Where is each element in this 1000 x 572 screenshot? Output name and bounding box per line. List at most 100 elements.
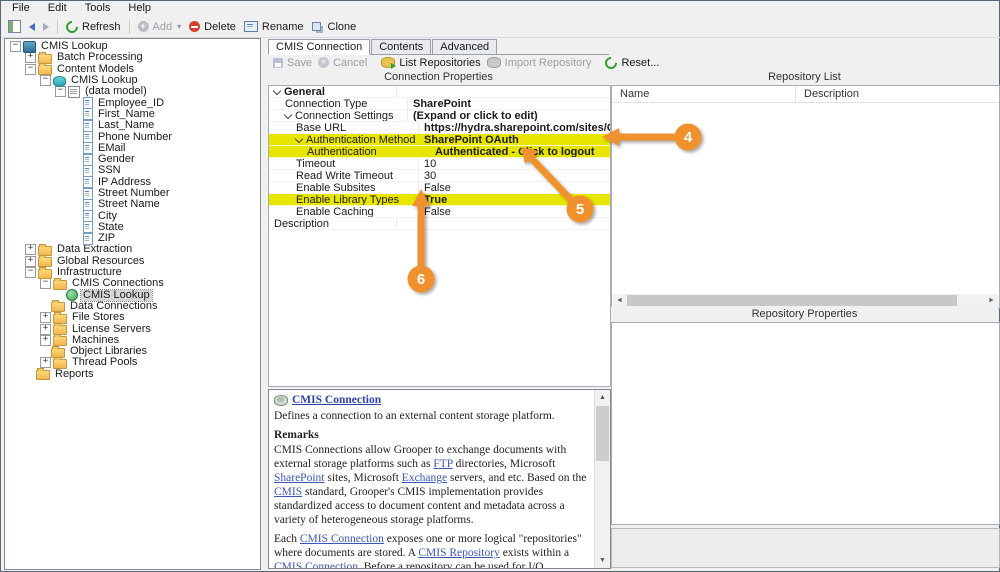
tree-item--data-model-[interactable]: − (data model) bbox=[5, 86, 260, 98]
expand-icon[interactable]: + bbox=[25, 244, 36, 256]
property-value[interactable]: Authenticated - Click to logout bbox=[430, 146, 610, 157]
tree-item-label[interactable]: License Servers bbox=[70, 323, 153, 335]
tree-item-label[interactable]: SSN bbox=[96, 165, 123, 176]
property-row-general[interactable]: General bbox=[269, 86, 610, 98]
expand-icon[interactable]: + bbox=[40, 334, 51, 346]
scroll-thumb[interactable] bbox=[627, 295, 957, 306]
tree-item-file-stores[interactable]: + File Stores bbox=[5, 312, 260, 324]
collapse-icon[interactable]: − bbox=[25, 63, 36, 75]
help-link[interactable]: CMIS Connection bbox=[274, 561, 358, 568]
tree-item-label[interactable]: Batch Processing bbox=[55, 52, 145, 63]
expand-icon[interactable]: + bbox=[25, 52, 36, 64]
tree-item-label[interactable]: Employee_ID bbox=[96, 97, 166, 109]
tree-item-street-name[interactable]: Street Name bbox=[5, 199, 260, 211]
property-value[interactable]: SharePoint bbox=[408, 98, 610, 109]
tab-cmis-connection[interactable]: CMIS Connection bbox=[268, 39, 371, 55]
property-row-enable-library-types[interactable]: Enable Library Types True bbox=[269, 194, 610, 206]
tree-item-last-name[interactable]: Last_Name bbox=[5, 120, 260, 132]
refresh-button[interactable]: Refresh bbox=[62, 18, 125, 35]
property-value[interactable]: 30 bbox=[419, 170, 610, 181]
tree-item-data-extraction[interactable]: + Data Extraction bbox=[5, 244, 260, 256]
column-header-description[interactable]: Description bbox=[796, 88, 859, 100]
tab-contents[interactable]: Contents bbox=[371, 39, 432, 54]
property-row-authentication-method[interactable]: Authentication Method SharePoint OAuth bbox=[269, 134, 610, 146]
tree-item-label[interactable]: Reports bbox=[53, 368, 96, 380]
expand-icon[interactable]: + bbox=[40, 357, 51, 369]
chevron-down-icon[interactable] bbox=[283, 110, 293, 119]
property-row-connection-type[interactable]: Connection Type SharePoint bbox=[269, 98, 610, 110]
property-value[interactable]: https://hydra.sharepoint.com/sites/Chili… bbox=[419, 122, 610, 133]
tree-item-label[interactable]: Data Extraction bbox=[55, 244, 134, 255]
back-button[interactable] bbox=[25, 21, 39, 33]
tree-item-global-resources[interactable]: + Global Resources bbox=[5, 255, 260, 268]
menu-file[interactable]: File bbox=[3, 1, 39, 16]
tree-item-label[interactable]: Last_Name bbox=[96, 120, 156, 131]
collapse-icon[interactable]: − bbox=[10, 41, 21, 53]
help-link[interactable]: CMIS Connection bbox=[300, 533, 384, 545]
property-row-enable-caching[interactable]: Enable Caching False bbox=[269, 206, 610, 218]
property-row-base-url[interactable]: Base URL https://hydra.sharepoint.com/sit… bbox=[269, 122, 610, 134]
help-title-link[interactable]: CMIS Connection bbox=[292, 393, 381, 407]
property-value[interactable] bbox=[397, 218, 610, 229]
property-row-timeout[interactable]: Timeout 10 bbox=[269, 158, 610, 170]
tree-item-state[interactable]: State bbox=[5, 221, 260, 234]
rename-button[interactable]: Rename bbox=[240, 19, 308, 35]
help-link[interactable]: SharePoint bbox=[274, 472, 324, 484]
help-scrollbar[interactable]: ▲ ▼ bbox=[594, 390, 610, 568]
column-header-name[interactable]: Name bbox=[612, 86, 796, 102]
menu-tools[interactable]: Tools bbox=[76, 1, 120, 16]
nav-toggle-button[interactable] bbox=[4, 18, 25, 35]
collapse-icon[interactable]: − bbox=[40, 75, 51, 87]
tree-item-gender[interactable]: Gender bbox=[5, 154, 260, 166]
property-value[interactable]: True bbox=[419, 194, 610, 205]
collapse-icon[interactable]: − bbox=[55, 86, 66, 98]
property-row-authentication[interactable]: Authentication Authenticated - Click to l… bbox=[269, 146, 610, 158]
tree-item-label[interactable]: City bbox=[96, 210, 119, 222]
help-link[interactable]: CMIS Repository bbox=[418, 547, 499, 559]
property-value[interactable]: (Expand or click to edit) bbox=[408, 110, 610, 121]
scroll-left-icon[interactable]: ◄ bbox=[613, 294, 626, 307]
collapse-icon[interactable]: − bbox=[25, 267, 36, 279]
menu-help[interactable]: Help bbox=[119, 1, 160, 16]
tree-item-city[interactable]: City bbox=[5, 210, 260, 223]
property-value[interactable]: 10 bbox=[419, 158, 610, 169]
help-link[interactable]: CMIS bbox=[274, 486, 302, 498]
repository-list[interactable]: Name Description ◄ ► bbox=[611, 85, 1000, 309]
help-link[interactable]: FTP bbox=[433, 458, 452, 470]
repository-list-hscrollbar[interactable]: ◄ ► bbox=[613, 294, 998, 307]
clone-button[interactable]: Clone bbox=[308, 19, 361, 35]
tree-item-label[interactable]: Thread Pools bbox=[70, 357, 139, 368]
property-value[interactable]: False bbox=[419, 182, 610, 193]
tree-item-zip[interactable]: ZIP bbox=[5, 233, 260, 245]
dropdown-caret-icon[interactable]: ▾ bbox=[177, 22, 181, 31]
tree-item-label[interactable]: Phone Number bbox=[96, 131, 174, 143]
scroll-right-icon[interactable]: ► bbox=[985, 294, 998, 307]
tree-item-label[interactable]: File Stores bbox=[70, 312, 127, 323]
reset-button[interactable]: Reset... bbox=[602, 54, 662, 71]
collapse-icon[interactable]: − bbox=[40, 278, 51, 290]
scroll-thumb[interactable] bbox=[596, 406, 609, 461]
chevron-down-icon[interactable] bbox=[272, 86, 282, 95]
tree-item-batch-processing[interactable]: + Batch Processing bbox=[5, 52, 260, 64]
property-row-read-write-timeout[interactable]: Read Write Timeout 30 bbox=[269, 170, 610, 182]
tab-advanced[interactable]: Advanced bbox=[432, 39, 498, 54]
menu-edit[interactable]: Edit bbox=[39, 1, 76, 16]
chevron-down-icon[interactable] bbox=[294, 134, 304, 143]
property-value[interactable]: SharePoint OAuth bbox=[419, 134, 610, 145]
node-tree-panel[interactable]: − CMIS Lookup + Batch Processing − Content Mo… bbox=[4, 38, 261, 570]
tree-item-phone-number[interactable]: Phone Number bbox=[5, 131, 260, 144]
property-row-enable-subsites[interactable]: Enable Subsites False bbox=[269, 182, 610, 194]
property-row-connection-settings[interactable]: Connection Settings (Expand or click to e… bbox=[269, 110, 610, 122]
scroll-up-icon[interactable]: ▲ bbox=[595, 390, 610, 405]
property-value[interactable] bbox=[397, 86, 610, 97]
tree-item-reports[interactable]: Reports bbox=[5, 368, 260, 381]
expand-icon[interactable]: + bbox=[40, 323, 51, 335]
tree-item-ssn[interactable]: SSN bbox=[5, 165, 260, 177]
delete-button[interactable]: Delete bbox=[185, 19, 240, 35]
tree-item-label[interactable]: (data model) bbox=[83, 86, 149, 97]
tree-item-label[interactable]: Street Name bbox=[96, 199, 162, 210]
tree-item-thread-pools[interactable]: + Thread Pools bbox=[5, 357, 260, 369]
tree-item-cmis-connections[interactable]: − CMIS Connections bbox=[5, 278, 260, 290]
expand-icon[interactable]: + bbox=[40, 312, 51, 324]
property-row-description[interactable]: Description bbox=[269, 218, 610, 230]
